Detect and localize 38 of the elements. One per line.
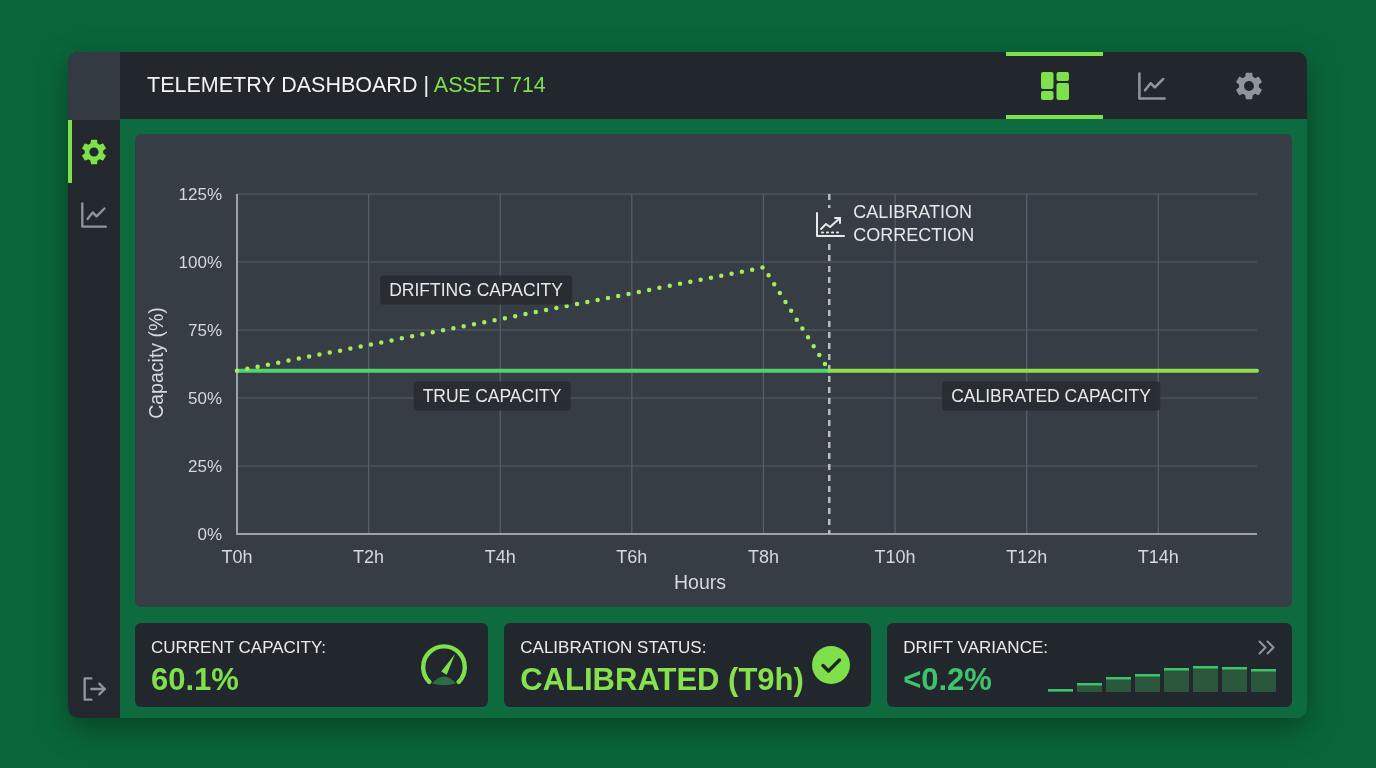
axis-tick-label: T14h: [1137, 547, 1179, 567]
axis-tick-label: T12h: [1006, 547, 1048, 567]
settings-icon: [1234, 71, 1263, 100]
axis-title: Capacity (%): [145, 307, 167, 419]
dashboard-title: TELEMETRY DASHBOARD | ASSET 714: [147, 72, 546, 100]
layout-grid-icon: [1040, 71, 1069, 100]
axis-tick-label: T8h: [747, 547, 779, 567]
metric-value: 60.1%: [151, 663, 240, 697]
axis-title: Hours: [674, 571, 726, 593]
metric-label: CURRENT CAPACITY:: [151, 638, 327, 658]
axis-tick-label: T0h: [221, 547, 253, 567]
double-chevron-icon[interactable]: [1258, 640, 1276, 655]
series-label: DRIFTING CAPACITY: [380, 275, 572, 304]
line-chart-icon: [1137, 71, 1166, 100]
series-label: CALIBRATED CAPACITY: [942, 381, 1160, 411]
settings-icon: [81, 138, 107, 165]
axis-tick-label: 0%: [197, 524, 222, 544]
axis-tick-label: 125%: [178, 184, 222, 204]
trend-chart-icon: [815, 212, 846, 238]
axis-tick-label: 75%: [187, 320, 222, 340]
gauge-icon: [421, 643, 468, 687]
metric-label: DRIFT VARIANCE:: [903, 638, 1048, 658]
annotation-label: CALIBRATION CORRECTION: [853, 201, 976, 247]
metric-label: CALIBRATION STATUS:: [520, 638, 708, 658]
axis-tick-label: T6h: [616, 547, 648, 567]
line-chart-icon: [81, 201, 107, 228]
axis-tick-label: T4h: [484, 547, 516, 567]
sidebar-header-block: [68, 52, 120, 120]
series-label: TRUE CAPACITY: [413, 381, 571, 411]
axis-tick-label: 25%: [187, 456, 222, 476]
axis-tick-label: T10h: [874, 547, 916, 567]
logout-icon: [82, 677, 106, 701]
axis-tick-label: 50%: [187, 388, 222, 408]
metric-value: <0.2%: [903, 663, 993, 697]
axis-tick-label: T2h: [353, 547, 385, 567]
axis-tick-label: 100%: [178, 252, 222, 272]
metric-value: CALIBRATED (T9h): [520, 663, 804, 697]
check-circle-icon: [812, 646, 851, 684]
